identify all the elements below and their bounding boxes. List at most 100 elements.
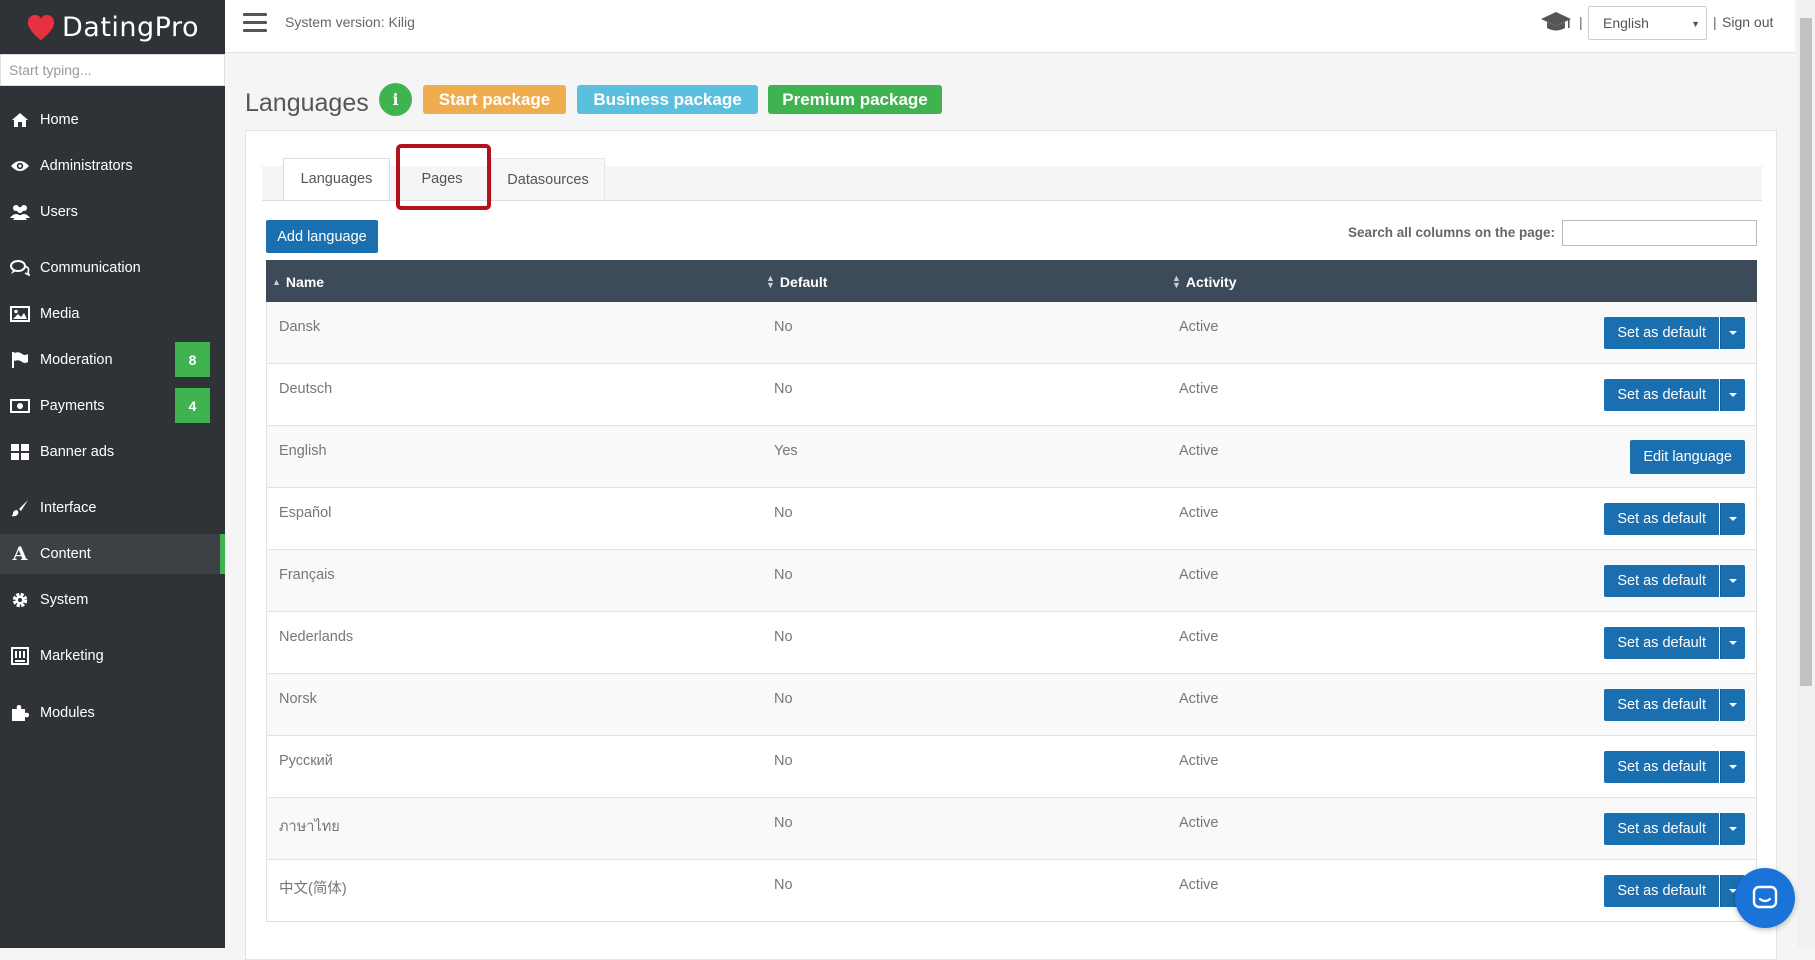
cell-name: Español [279, 505, 332, 521]
chevron-down-icon[interactable] [1720, 565, 1745, 597]
chevron-down-icon[interactable] [1720, 751, 1745, 783]
brand-name: DatingPro [61, 11, 199, 43]
cell-name: Русский [279, 753, 333, 769]
chevron-down-icon[interactable] [1720, 813, 1745, 845]
graduation-cap-icon[interactable] [1540, 11, 1572, 33]
grid-icon [10, 442, 30, 462]
tabs-bar [262, 166, 1762, 201]
cell-activity: Active [1179, 629, 1219, 645]
info-icon[interactable]: i [379, 83, 412, 116]
cell-name: Nederlands [279, 629, 354, 645]
set-default-button[interactable]: Set as default [1604, 751, 1719, 783]
set-default-split-button: Set as default [1604, 503, 1745, 535]
cell-activity: Active [1179, 319, 1219, 335]
puzzle-icon [10, 703, 30, 723]
start-package-badge[interactable]: Start package [423, 85, 566, 114]
sidebar-item-modules[interactable]: Modules [0, 693, 225, 733]
sidebar-item-system[interactable]: System [0, 580, 225, 620]
sidebar-item-label: Modules [40, 705, 95, 721]
table-row: Norsk No Active Set as default [266, 674, 1757, 736]
set-default-button[interactable]: Set as default [1604, 503, 1719, 535]
premium-package-badge[interactable]: Premium package [768, 85, 942, 114]
sidebar-item-administrators[interactable]: Administrators [0, 146, 225, 186]
gear-icon [10, 590, 30, 610]
top-bar: System version: Kilig | English ▼ | Sign… [225, 0, 1795, 53]
eye-icon [10, 156, 30, 176]
sidebar-item-communication[interactable]: Communication [0, 248, 225, 288]
sidebar-item-label: Communication [40, 260, 141, 276]
cell-default: No [774, 753, 793, 769]
edit-language-button[interactable]: Edit language [1630, 440, 1745, 474]
sidebar-item-users[interactable]: Users [0, 192, 225, 232]
set-default-button[interactable]: Set as default [1604, 565, 1719, 597]
cell-activity: Active [1179, 443, 1219, 459]
logo[interactable]: DatingPro [0, 0, 225, 54]
sidebar-search-input[interactable] [0, 54, 225, 86]
search-input[interactable] [1562, 220, 1757, 246]
set-default-button[interactable]: Set as default [1604, 627, 1719, 659]
cell-activity: Active [1179, 815, 1219, 831]
sidebar-item-label: Moderation [40, 352, 113, 368]
set-default-button[interactable]: Set as default [1604, 317, 1719, 349]
column-header-label: Activity [1185, 274, 1237, 290]
money-icon [10, 396, 30, 416]
tab-languages[interactable]: Languages [283, 158, 390, 200]
sidebar-item-content[interactable]: A Content [0, 534, 225, 574]
set-default-button[interactable]: Set as default [1604, 689, 1719, 721]
cell-default: No [774, 691, 793, 707]
chevron-down-icon[interactable] [1720, 379, 1745, 411]
chat-widget-button[interactable] [1735, 868, 1795, 928]
table-row: Français No Active Set as default [266, 550, 1757, 612]
language-select[interactable]: English ▼ [1588, 6, 1707, 40]
chat-icon [1752, 885, 1778, 909]
set-default-split-button: Set as default [1604, 875, 1745, 907]
home-icon [10, 110, 30, 130]
table-row: ภาษาไทย No Active Set as default [266, 798, 1757, 860]
table-row: English Yes Active Edit language [266, 426, 1757, 488]
font-icon: A [12, 543, 28, 565]
set-default-button[interactable]: Set as default [1604, 813, 1719, 845]
sidebar-item-banner-ads[interactable]: Banner ads [0, 432, 225, 472]
chevron-down-icon[interactable] [1720, 627, 1745, 659]
cell-default: No [774, 629, 793, 645]
sidebar-item-label: Media [40, 306, 80, 322]
column-header-name[interactable]: ▲ Name [272, 274, 324, 290]
scrollbar-thumb[interactable] [1800, 18, 1812, 686]
sidebar-item-interface[interactable]: Interface [0, 488, 225, 528]
set-default-button[interactable]: Set as default [1604, 379, 1719, 411]
set-default-button[interactable]: Set as default [1604, 875, 1719, 907]
sidebar-item-label: Payments [40, 398, 105, 414]
cell-name: Français [279, 567, 335, 583]
cell-activity: Active [1179, 505, 1219, 521]
cell-activity: Active [1179, 691, 1219, 707]
sidebar-item-home[interactable]: Home [0, 100, 225, 140]
cell-activity: Active [1179, 381, 1219, 397]
sort-asc-icon: ▲ [272, 276, 281, 287]
sidebar-item-marketing[interactable]: Marketing [0, 636, 225, 676]
set-default-split-button: Set as default [1604, 751, 1745, 783]
table-row: Dansk No Active Set as default [266, 302, 1757, 364]
sidebar-item-moderation[interactable]: Moderation 8 [0, 340, 225, 380]
cell-default: No [774, 567, 793, 583]
hamburger-menu-icon[interactable] [243, 13, 267, 35]
sign-out-link[interactable]: Sign out [1722, 14, 1773, 30]
table-row: 中文(简体) No Active Set as default [266, 860, 1757, 922]
column-header-default[interactable]: ▲ ▼ Default [766, 274, 827, 291]
set-default-split-button: Set as default [1604, 379, 1745, 411]
chevron-down-icon[interactable] [1720, 689, 1745, 721]
column-header-activity[interactable]: ▲ ▼ Activity [1172, 274, 1237, 291]
business-package-badge[interactable]: Business package [577, 85, 758, 114]
sidebar-item-label: Banner ads [40, 444, 115, 460]
brush-icon [10, 498, 30, 518]
sidebar-item-media[interactable]: Media [0, 294, 225, 334]
chevron-down-icon[interactable] [1720, 503, 1745, 535]
tab-datasources[interactable]: Datasources [491, 158, 605, 200]
sidebar-item-payments[interactable]: Payments 4 [0, 386, 225, 426]
marketing-icon [10, 646, 30, 666]
heart-icon [27, 14, 55, 41]
vertical-scrollbar[interactable] [1797, 0, 1815, 948]
table-row: Русский No Active Set as default [266, 736, 1757, 798]
tab-pages[interactable]: Pages [400, 158, 484, 200]
add-language-button[interactable]: Add language [266, 220, 378, 253]
chevron-down-icon[interactable] [1720, 317, 1745, 349]
